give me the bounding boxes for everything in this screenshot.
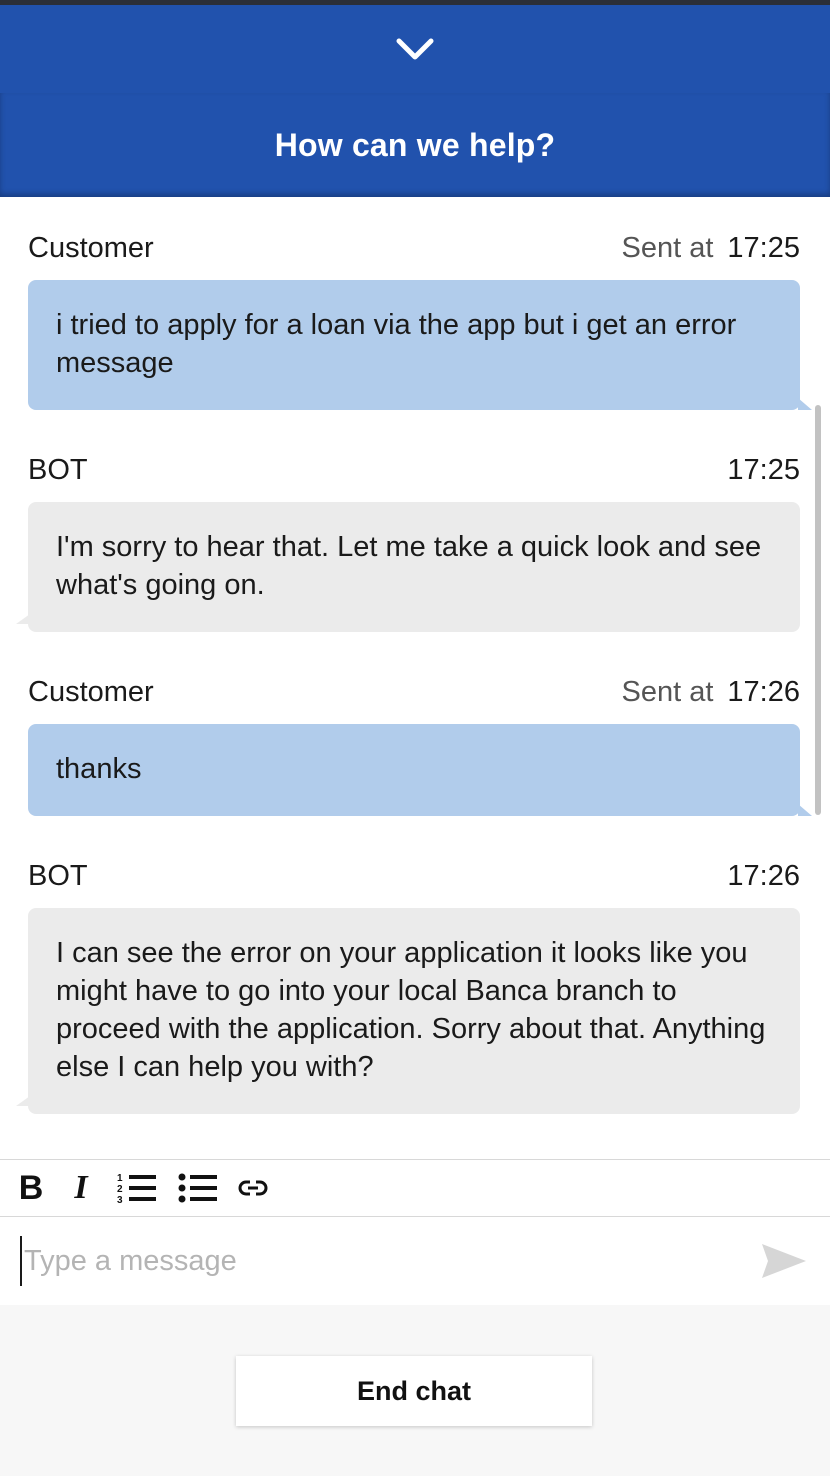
message-customer: Customer Sent at 17:25 i tried to apply …	[28, 230, 812, 410]
message-meta: BOT 17:26	[28, 858, 800, 894]
ordered-list-button[interactable]: 1 2 3	[116, 1168, 158, 1208]
chat-footer: End chat	[0, 1305, 830, 1476]
send-button[interactable]	[760, 1241, 808, 1281]
link-button[interactable]	[238, 1168, 268, 1208]
timestamp: 17:25	[727, 454, 800, 487]
message-bot: BOT 17:25 I'm sorry to hear that. Let me…	[16, 452, 800, 632]
italic-button[interactable]: I	[66, 1168, 96, 1208]
sender-name: Customer	[28, 231, 154, 264]
message-meta: BOT 17:25	[28, 452, 800, 488]
message-meta: Customer Sent at 17:25	[28, 230, 800, 266]
customer-bubble: i tried to apply for a loan via the app …	[28, 280, 812, 410]
formatting-toolbar: B I 1 2 3	[0, 1159, 830, 1217]
top-bar	[0, 5, 830, 93]
end-chat-button[interactable]: End chat	[236, 1356, 592, 1426]
timestamp: 17:26	[727, 860, 800, 893]
svg-text:3: 3	[117, 1195, 123, 1206]
bullet-list-icon	[178, 1173, 217, 1203]
svg-text:1: 1	[117, 1173, 123, 1184]
message-composer	[0, 1217, 830, 1305]
timestamp: Sent at 17:26	[622, 676, 800, 709]
link-icon	[238, 1180, 268, 1196]
timestamp: Sent at 17:25	[622, 232, 800, 265]
bold-icon: B	[18, 1168, 44, 1207]
message-list[interactable]: Customer Sent at 17:25 i tried to apply …	[0, 197, 830, 1159]
sender-name: Customer	[28, 675, 154, 708]
italic-icon: I	[74, 1169, 88, 1206]
message-input[interactable]	[20, 1236, 740, 1286]
message-bot: BOT 17:26 I can see the error on your ap…	[16, 858, 800, 1114]
customer-bubble: thanks	[28, 724, 812, 816]
bold-button[interactable]: B	[16, 1168, 46, 1208]
chat-header: How can we help?	[0, 93, 830, 197]
message-customer: Customer Sent at 17:26 thanks	[28, 674, 812, 816]
message-time: 17:25	[727, 231, 800, 264]
chat-widget: How can we help? Customer Sent at 17:25 …	[0, 0, 830, 1476]
bullet-list-button[interactable]	[178, 1168, 218, 1208]
ordered-list-icon: 1 2 3	[117, 1173, 156, 1206]
sent-at-label: Sent at	[621, 231, 714, 264]
message-time: 17:26	[727, 675, 800, 708]
sender-name: BOT	[28, 453, 88, 486]
bot-bubble: I can see the error on your application …	[16, 908, 800, 1114]
sent-at-label: Sent at	[621, 675, 714, 708]
send-icon	[762, 1244, 806, 1278]
message-meta: Customer Sent at 17:26	[28, 674, 800, 710]
sender-name: BOT	[28, 859, 88, 892]
chat-title: How can we help?	[274, 126, 556, 163]
collapse-button[interactable]	[385, 24, 445, 74]
svg-text:2: 2	[117, 1184, 123, 1195]
message-time: 17:26	[727, 859, 800, 892]
message-scrollbar[interactable]	[815, 405, 821, 815]
chevron-down-icon	[396, 38, 434, 60]
message-time: 17:25	[727, 453, 800, 486]
bot-bubble: I'm sorry to hear that. Let me take a qu…	[16, 502, 800, 632]
